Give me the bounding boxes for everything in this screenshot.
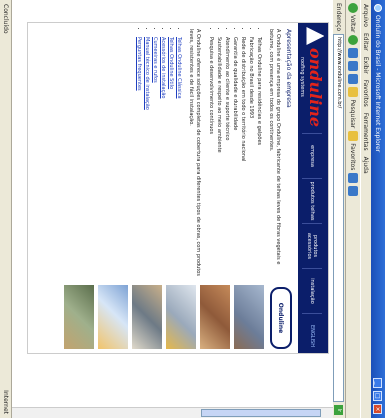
mail-icon xyxy=(348,173,358,184)
list-item: Perguntas frequentes xyxy=(135,37,143,279)
nav-products-accessories[interactable]: produtos acessórios xyxy=(302,223,322,268)
list-item: Fabricação no Brasil desde 1993 xyxy=(247,37,255,279)
page-viewport: onduline roofing systems empresa produto… xyxy=(12,0,333,418)
main-content: Apresentação da empresa A Onduline é uma… xyxy=(135,29,292,279)
ie-icon xyxy=(374,4,382,12)
list-item: Garantia de qualidade e durabilidade xyxy=(231,37,239,279)
menu-help[interactable]: Ajuda xyxy=(363,157,370,174)
list-item: Telhas Onduline Stilo xyxy=(167,37,175,279)
menu-bar: Arquivo Editar Exibir Favoritos Ferramen… xyxy=(361,0,371,418)
menu-edit[interactable]: Editar xyxy=(363,33,370,51)
list-item: Acessórios de instalação xyxy=(159,37,167,279)
content-link[interactable]: Acessórios de instalação xyxy=(160,37,166,98)
search-button[interactable]: Pesquisar xyxy=(347,87,359,128)
window-title: Ondulin do Brasil - Microsoft Internet E… xyxy=(374,15,382,153)
status-bar: Concluído Internet xyxy=(0,0,12,418)
go-button[interactable]: Ir xyxy=(334,405,344,415)
refresh-icon xyxy=(348,61,358,72)
back-arrow-icon xyxy=(348,3,358,13)
list-item: Telhas Onduline para residências e galpõ… xyxy=(255,37,263,279)
intro-text: A Onduline é uma empresa do grupo Onduli… xyxy=(268,29,281,265)
star-icon xyxy=(348,131,358,142)
home-button[interactable] xyxy=(347,74,359,85)
content-link[interactable]: Telhas Onduline Stilo xyxy=(168,37,174,89)
nav-products-tiles[interactable]: produtos telhas xyxy=(302,178,322,223)
forward-arrow-icon xyxy=(348,35,358,46)
landscape-photo xyxy=(64,285,94,349)
content-link[interactable]: Manual técnico de instalação xyxy=(144,37,150,110)
house-photo xyxy=(200,285,230,349)
list-item: Sustentabilidade e respeito ao meio ambi… xyxy=(215,37,223,279)
search-label: Pesquisar xyxy=(349,99,357,129)
address-label: Endereço xyxy=(335,3,343,32)
nav-installation[interactable]: instalação xyxy=(302,268,322,313)
content-link[interactable]: Telhas Onduline Clássica xyxy=(176,37,182,99)
nav-english[interactable]: ENGLISH xyxy=(302,313,322,358)
stop-icon xyxy=(348,48,358,59)
page-heading: Apresentação da empresa xyxy=(285,29,292,108)
nav-company[interactable]: empresa xyxy=(302,133,322,178)
address-input[interactable] xyxy=(333,34,345,403)
minimize-button[interactable]: _ xyxy=(373,378,383,388)
installation-photo xyxy=(166,285,196,349)
printer-icon xyxy=(348,186,358,197)
address-bar: Endereço Ir xyxy=(333,0,345,418)
link-list: Telhas Onduline Clássica Telhas Onduline… xyxy=(135,29,183,279)
content-link[interactable]: Perguntas frequentes xyxy=(136,37,142,91)
print-button[interactable] xyxy=(347,186,359,197)
scrollbar-thumb[interactable] xyxy=(201,409,321,417)
list-item: Telhas Onduline Clássica xyxy=(175,37,183,279)
list-item: Manual técnico de instalação xyxy=(143,37,151,279)
back-button[interactable]: Voltar xyxy=(347,3,359,32)
menu-view[interactable]: Exibir xyxy=(363,57,370,74)
brand-badge: Onduline xyxy=(270,287,292,349)
close-button[interactable]: × xyxy=(373,404,383,414)
favorites-button[interactable]: Favoritos xyxy=(347,131,359,170)
title-bar: Ondulin do Brasil - Microsoft Internet E… xyxy=(371,0,385,418)
browser-window: Ondulin do Brasil - Microsoft Internet E… xyxy=(0,0,385,418)
side-gallery: Onduline xyxy=(60,285,292,349)
zone-text: Internet xyxy=(2,390,9,414)
refresh-button[interactable] xyxy=(347,61,359,72)
vertical-scrollbar[interactable] xyxy=(12,407,333,418)
list-item: Cumeeiras e rufos xyxy=(151,37,159,279)
building-photo xyxy=(132,285,162,349)
menu-favorites[interactable]: Favoritos xyxy=(363,80,370,107)
menu-tools[interactable]: Ferramentas xyxy=(363,113,370,151)
content-link[interactable]: Cumeeiras e rufos xyxy=(152,37,158,83)
logo-text: onduline xyxy=(306,48,325,128)
site-nav: empresa produtos telhas produtos acessór… xyxy=(302,133,322,358)
search-icon xyxy=(348,87,358,98)
roof-photo xyxy=(234,285,264,349)
list-item: Pesquisa e desenvolvimento contínuos xyxy=(207,37,215,279)
feature-list: Telhas Onduline para residências e galpõ… xyxy=(207,29,263,279)
status-text: Concluído xyxy=(2,4,9,34)
back-label: Voltar xyxy=(349,15,357,33)
worker-photo xyxy=(98,285,128,349)
site-logo[interactable]: onduline roofing systems xyxy=(299,27,325,128)
list-item: Rede de distribuição em todo o territóri… xyxy=(239,37,247,279)
site-header: onduline roofing systems empresa produto… xyxy=(298,23,328,358)
toolbar: Voltar Pesquisar Favoritos xyxy=(345,0,361,418)
logo-mark-icon xyxy=(307,27,325,45)
logo-tagline: roofing systems xyxy=(299,57,305,97)
favorites-label: Favoritos xyxy=(349,143,357,171)
home-icon xyxy=(348,74,358,85)
stop-button[interactable] xyxy=(347,48,359,59)
web-page: onduline roofing systems empresa produto… xyxy=(27,22,329,358)
body-paragraph: A Onduline oferece soluções completas de… xyxy=(188,29,201,276)
list-item: Atendimento ao cliente e suporte técnico xyxy=(223,37,231,279)
forward-button[interactable] xyxy=(347,35,359,46)
mail-button[interactable] xyxy=(347,173,359,184)
menu-file[interactable]: Arquivo xyxy=(363,4,370,27)
maximize-button[interactable]: □ xyxy=(373,391,383,401)
